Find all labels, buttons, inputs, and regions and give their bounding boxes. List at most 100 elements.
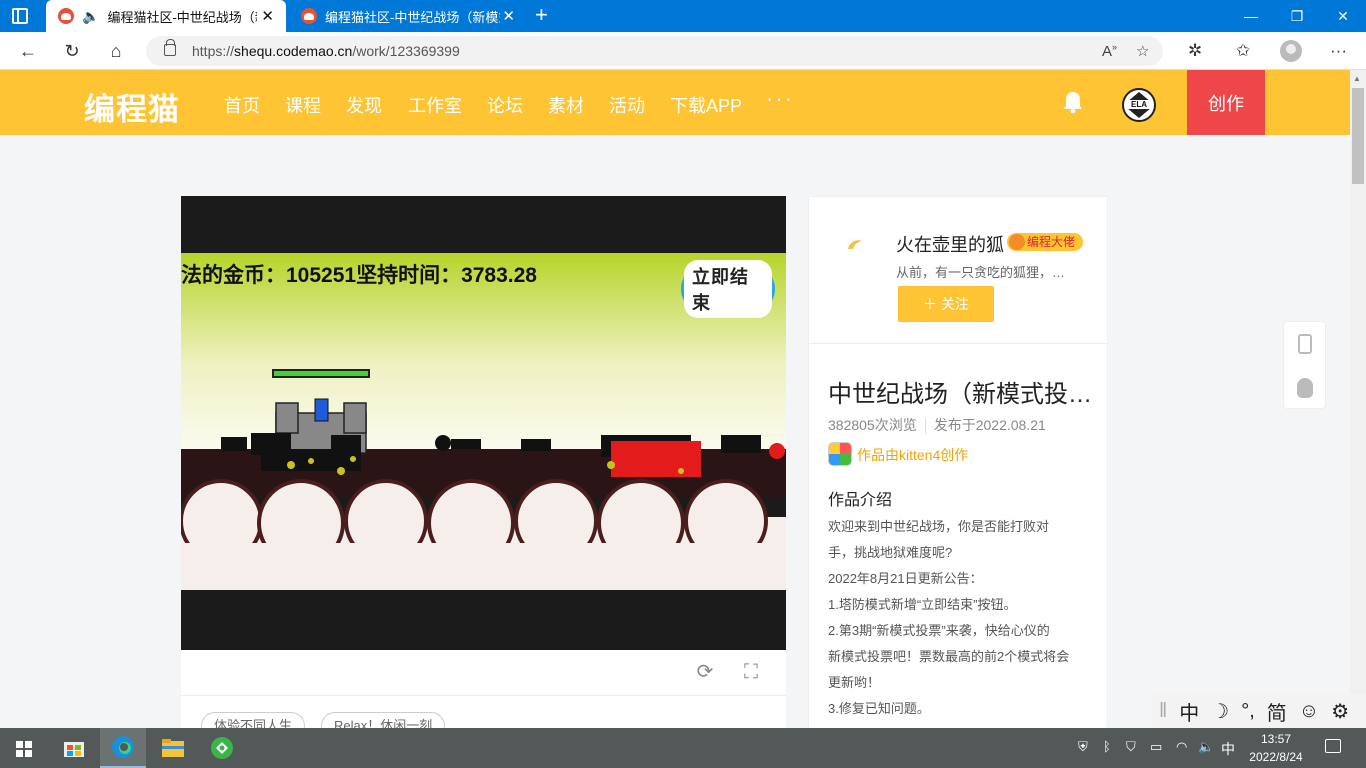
follow-button[interactable]: ＋ 关注 [898,286,994,322]
file-explorer-icon[interactable] [150,728,196,768]
author-card: 火在壶里的狐 编程大佬 从前，有一只贪吃的狐狸，… ＋ 关注 [808,196,1108,344]
intro-body: 欢迎来到中世纪战场，你是否能打败对 手，挑战地狱难度呢? 2022年8月21日更… [828,514,1098,722]
intro-line: 2022年8月21日更新公告： [828,571,983,586]
scroll-up-icon[interactable]: ▲ [1353,74,1361,83]
avatar-shape [1127,108,1151,118]
restart-icon[interactable]: ⟳ [693,660,717,684]
tab-title: 编程猫社区-中世纪战场（新 [107,9,258,25]
url-path: /work/123369399 [352,43,460,59]
windows-start-icon[interactable] [16,741,32,757]
notification-bell-icon[interactable] [1062,90,1084,114]
nav-more-icon[interactable]: ··· [766,86,794,112]
lock-icon[interactable] [164,39,176,56]
tab-title: 编程猫社区-中世纪战场（新模式 [325,9,500,25]
divider [924,418,926,435]
nav-materials[interactable]: 素材 [548,92,584,118]
nav-download-app[interactable]: 下载APP [670,92,742,118]
security-tray-icon[interactable]: ⛨ [1078,739,1088,755]
nav-courses[interactable]: 课程 [285,92,321,118]
ime-settings-icon[interactable]: ⚙ [1331,699,1349,724]
ime-simplified-mode[interactable]: 简 [1267,697,1287,726]
system-clock[interactable]: 13:57 2022/8/24 [1246,730,1306,766]
favorites-icon[interactable]: ✩ [1236,41,1250,61]
qq-penguin-icon[interactable] [1297,378,1313,398]
profile-avatar[interactable] [1280,40,1302,62]
bluetooth-icon[interactable]: ᛒ [1103,739,1111,754]
ime-punctuation-icon[interactable]: °, [1241,700,1255,723]
avatar-label: ELA [1127,100,1151,109]
volume-icon[interactable]: 🔈 [1198,739,1214,755]
kitten4-icon [828,442,852,466]
nav-home[interactable]: 首页 [224,92,260,118]
nav-events[interactable]: 活动 [609,92,645,118]
new-tab-icon[interactable]: + [535,4,548,26]
extensions-icon[interactable]: ✲ [1188,41,1202,61]
close-window-icon[interactable]: ✕ [1320,0,1366,32]
back-icon[interactable]: ← [16,39,40,63]
url-field[interactable]: https://shequ.codemao.cn/work/123369399 … [146,36,1163,66]
intro-line: 更新哟！ [828,675,881,690]
windows-taskbar: ⛨ ᛒ ⛉ ▭ ◠ 🔈 中 13:57 2022/8/24 [0,728,1366,768]
shield-tray-icon[interactable]: ⛉ [1126,739,1136,755]
close-tab-icon[interactable]: ✕ [502,7,515,25]
intro-line: 2.第3期“新模式投票”来袭，快给心仪的 [828,623,1050,638]
home-icon[interactable]: ⌂ [104,39,128,63]
browser-titlebar: 🔈 编程猫社区-中世纪战场（新 ✕ 编程猫社区-中世纪战场（新模式 ✕ + — … [0,0,1366,32]
end-now-button[interactable]: 立即结束 [681,260,775,318]
intro-line: 3.修复已知问题。 [828,701,930,716]
author-avatar-icon[interactable] [845,235,865,255]
nav-forum[interactable]: 论坛 [487,92,523,118]
nav-studio[interactable]: 工作室 [408,92,462,118]
store-app-icon[interactable] [51,728,97,768]
author-bio: 从前，有一只贪吃的狐狸，… [896,265,1066,280]
scrollbar-thumb[interactable] [1352,88,1364,184]
close-tab-icon[interactable]: ✕ [261,7,274,25]
tab-active[interactable]: 🔈 编程猫社区-中世纪战场（新 ✕ [46,0,286,32]
ime-emoji-icon[interactable]: ☺ [1299,700,1319,723]
battery-icon[interactable]: ▭ [1150,739,1162,755]
wifi-icon[interactable]: ◠ [1176,739,1187,755]
end-now-label: 立即结束 [684,260,772,318]
side-float-panel [1283,321,1326,409]
more-options-icon[interactable]: ··· [1330,41,1347,61]
work-stats: 382805次浏览 发布于2022.08.21 [828,415,1046,435]
clock-date: 2022/8/24 [1249,750,1303,764]
edge-app-icon[interactable] [100,728,146,768]
add-favorite-icon[interactable]: ☆ [1136,42,1149,60]
user-avatar[interactable]: ELA [1122,88,1156,122]
tab-inactive[interactable]: 编程猫社区-中世纪战场（新模式 ✕ [289,0,527,32]
author-badge: 编程大佬 [1007,233,1084,251]
game-canvas[interactable]: 法的金币：105251坚持时间：3783.28 立即结束 [181,196,786,650]
cloud-floor [181,479,786,593]
ime-moon-icon[interactable]: ☽ [1211,699,1229,724]
refresh-icon[interactable]: ↻ [60,39,84,63]
restore-icon[interactable]: ❐ [1274,0,1320,32]
tab-actions-icon[interactable] [12,8,28,24]
ime-chinese-mode[interactable]: 中 [1179,697,1199,726]
work-title: 中世纪战场（新模式投… [828,381,1092,408]
game-controls: ⟳ ⛶ [181,650,786,696]
ime-toolbar: ‖ 中 ☽ °, 简 ☺ ⚙ [1153,694,1366,728]
intro-line: 1.塔防模式新增“立即结束”按钮。 [828,597,1017,612]
intro-line: 手，挑战地狱难度呢? [828,545,953,560]
read-aloud-icon[interactable]: A» [1102,42,1117,60]
create-button[interactable]: 创作 [1187,70,1265,135]
view-count: 382805次浏览 [828,417,917,433]
notification-center-icon[interactable] [1325,739,1341,753]
input-language[interactable]: 中 [1221,739,1235,759]
minimize-icon[interactable]: — [1228,0,1274,32]
codemao-favicon-icon [58,8,74,24]
intro-heading: 作品介绍 [828,492,893,509]
speaker-icon[interactable]: 🔈 [82,8,99,25]
url-prefix: https:// [192,43,235,59]
author-name[interactable]: 火在壶里的狐 [896,231,1004,257]
game-hud-text: 法的金币：105251坚持时间：3783.28 [181,264,537,287]
nav-discover[interactable]: 发现 [346,92,382,118]
clock-time: 13:57 [1260,732,1292,746]
ime-grip-icon[interactable]: ‖ [1159,700,1167,723]
fullscreen-icon[interactable]: ⛶ [739,660,763,684]
site-logo[interactable]: 编程猫 [84,84,180,129]
mobile-phone-icon[interactable] [1298,334,1312,354]
made-with-link[interactable]: 作品由kitten4创作 [857,445,968,465]
green-app-icon[interactable] [199,728,245,768]
